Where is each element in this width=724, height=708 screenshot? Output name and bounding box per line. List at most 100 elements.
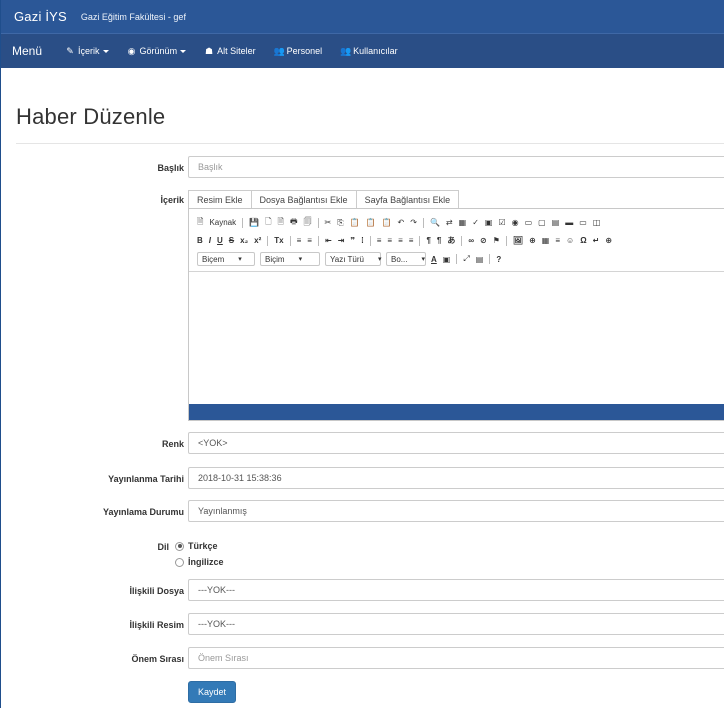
textarea-icon[interactable]: ▢ bbox=[538, 218, 546, 227]
indent-icon[interactable]: ⇥ bbox=[338, 236, 345, 245]
cut-icon[interactable]: ✂ bbox=[325, 218, 332, 227]
tab-resim-ekle[interactable]: Resim Ekle bbox=[188, 190, 252, 208]
paste-text-icon[interactable]: 📋 bbox=[366, 218, 376, 227]
textfield-icon[interactable]: ▭ bbox=[525, 218, 533, 227]
align-justify-icon[interactable]: ≡ bbox=[409, 236, 414, 245]
button-icon[interactable]: ▬ bbox=[565, 218, 573, 227]
find-icon[interactable]: 🔍 bbox=[430, 218, 440, 227]
toolbar-separator bbox=[419, 235, 421, 246]
copy-icon[interactable]: ⎘ bbox=[337, 218, 343, 228]
font-dropdown[interactable]: Yazı Türü ▾ bbox=[325, 252, 381, 266]
nav-item-kullanicilar[interactable]: 👥 Kullanıcılar bbox=[331, 46, 407, 57]
italic-icon[interactable]: I bbox=[209, 236, 211, 245]
help-icon[interactable]: ? bbox=[496, 255, 501, 264]
page-break-icon[interactable]: ↵ bbox=[593, 236, 600, 245]
bulleted-list-icon[interactable]: ≡ bbox=[307, 236, 312, 245]
nav-item-personel[interactable]: 👥 Personel bbox=[265, 46, 332, 57]
styles-dropdown[interactable]: Biçem ▾ bbox=[197, 252, 255, 266]
onem-sirasi-input[interactable]: Önem Sırası bbox=[188, 647, 724, 669]
yayinlanma-tarihi-label: Yayınlanma Tarihi bbox=[108, 474, 184, 484]
horizontal-rule-icon[interactable]: ≡ bbox=[555, 236, 560, 245]
link-icon[interactable]: ∞ bbox=[468, 236, 474, 245]
superscript-icon[interactable]: x² bbox=[254, 236, 261, 245]
image-button-icon[interactable]: ▭ bbox=[579, 218, 587, 227]
source-icon[interactable]: 🗎 bbox=[197, 216, 203, 230]
baslik-input[interactable]: Başlık bbox=[188, 156, 724, 178]
brand-logo[interactable]: Gazi İYS bbox=[1, 9, 67, 24]
language-icon[interactable]: あ bbox=[447, 235, 455, 246]
table-icon[interactable]: ▦ bbox=[542, 236, 550, 245]
bold-icon[interactable]: B bbox=[197, 236, 203, 245]
save-button[interactable]: Kaydet bbox=[188, 681, 237, 703]
radio-label: İngilizce bbox=[188, 557, 224, 567]
nav-item-icerik[interactable]: ✎ İçerik bbox=[56, 46, 118, 57]
strikethrough-icon[interactable]: S bbox=[229, 236, 234, 245]
align-right-icon[interactable]: ≡ bbox=[398, 236, 403, 245]
outdent-icon[interactable]: ⇤ bbox=[325, 236, 332, 245]
div-icon[interactable]: ⁞ bbox=[361, 236, 364, 245]
replace-icon[interactable]: ⇄ bbox=[446, 218, 453, 227]
toolbar-separator bbox=[242, 217, 244, 228]
chevron-down-icon: ▾ bbox=[298, 256, 303, 263]
toolbar-separator bbox=[267, 235, 269, 246]
underline-icon[interactable]: U bbox=[217, 236, 223, 245]
nav-item-alt-siteler[interactable]: ☗ Alt Siteler bbox=[195, 46, 265, 57]
paste-icon[interactable]: 📋 bbox=[350, 218, 360, 227]
tab-dosya-baglantisi-ekle[interactable]: Dosya Bağlantısı Ekle bbox=[250, 190, 357, 208]
select-icon[interactable]: ▤ bbox=[552, 218, 560, 227]
tab-sayfa-baglantisi-ekle[interactable]: Sayfa Bağlantısı Ekle bbox=[355, 190, 460, 208]
font-size-dropdown[interactable]: Bo... ▾ bbox=[386, 252, 426, 266]
align-center-icon[interactable]: ≡ bbox=[387, 236, 392, 245]
editor-content-area[interactable] bbox=[189, 271, 724, 405]
rtl-icon[interactable]: ¶ bbox=[437, 236, 441, 245]
baslik-label: Başlık bbox=[157, 163, 184, 173]
paste-word-icon[interactable]: 📋 bbox=[382, 218, 392, 227]
blockquote-icon[interactable]: ❞ bbox=[350, 236, 355, 245]
undo-icon[interactable]: ↶ bbox=[398, 218, 405, 227]
iframe-icon[interactable]: ⊕ bbox=[605, 236, 612, 245]
yayinlanma-tarihi-input[interactable]: 2018-10-31 15:38:36 bbox=[188, 467, 724, 489]
bg-color-icon[interactable]: ▣ bbox=[443, 255, 451, 264]
toolbar-separator bbox=[461, 235, 463, 246]
flash-icon[interactable]: ⊕ bbox=[529, 236, 536, 245]
icerik-label: İçerik bbox=[160, 195, 184, 205]
unlink-icon[interactable]: ⊘ bbox=[480, 236, 487, 245]
caret-down-icon bbox=[180, 49, 187, 53]
ltr-icon[interactable]: ¶ bbox=[426, 236, 430, 245]
checkbox-icon[interactable]: ☑ bbox=[498, 218, 505, 227]
preview-icon[interactable]: 🗎 bbox=[278, 216, 284, 230]
format-dropdown[interactable]: Biçim ▾ bbox=[260, 252, 320, 266]
radio-button[interactable] bbox=[175, 557, 184, 567]
source-button[interactable]: Kaynak bbox=[209, 218, 236, 227]
radio-icon[interactable]: ◉ bbox=[512, 218, 519, 227]
hidden-field-icon[interactable]: ◫ bbox=[593, 218, 601, 227]
print-icon[interactable]: 🖶 bbox=[290, 216, 298, 230]
menu-label: Menü bbox=[12, 44, 43, 58]
radio-button[interactable] bbox=[175, 541, 184, 551]
align-left-icon[interactable]: ≡ bbox=[377, 236, 382, 245]
new-page-icon[interactable]: 🗋 bbox=[265, 216, 271, 230]
iliskili-dosya-select[interactable]: ---YOK--- bbox=[188, 579, 724, 601]
iliskili-resim-select[interactable]: ---YOK--- bbox=[188, 613, 724, 635]
show-blocks-icon[interactable]: ▤ bbox=[476, 255, 484, 264]
nav-item-gorunum[interactable]: ◉ Görünüm bbox=[118, 46, 196, 57]
dil-option-turkce[interactable]: Türkçe bbox=[175, 541, 218, 551]
maximize-icon[interactable]: ⤢ bbox=[463, 254, 469, 264]
renk-select[interactable]: <YOK> bbox=[188, 432, 724, 454]
remove-format-icon[interactable]: Tx bbox=[274, 236, 283, 245]
save-icon[interactable]: 💾 bbox=[249, 218, 259, 227]
numbered-list-icon[interactable]: ≡ bbox=[297, 236, 302, 245]
select-all-icon[interactable]: ▦ bbox=[459, 218, 467, 227]
smiley-icon[interactable]: ☺ bbox=[566, 236, 574, 245]
spellcheck-icon[interactable]: ✓ bbox=[472, 218, 479, 227]
form-icon[interactable]: ▣ bbox=[485, 218, 493, 227]
templates-icon[interactable]: 🗐 bbox=[304, 216, 312, 230]
yayinlama-durumu-select[interactable]: Yayınlanmış bbox=[188, 500, 724, 522]
image-icon[interactable]: 🖼 bbox=[513, 236, 523, 245]
anchor-icon[interactable]: ⚑ bbox=[493, 236, 500, 245]
special-char-icon[interactable]: Ω bbox=[580, 236, 586, 245]
dil-option-ingilizce[interactable]: İngilizce bbox=[175, 557, 224, 567]
subscript-icon[interactable]: x₂ bbox=[240, 236, 248, 245]
text-color-icon[interactable]: A bbox=[431, 255, 437, 264]
redo-icon[interactable]: ↷ bbox=[410, 218, 417, 227]
